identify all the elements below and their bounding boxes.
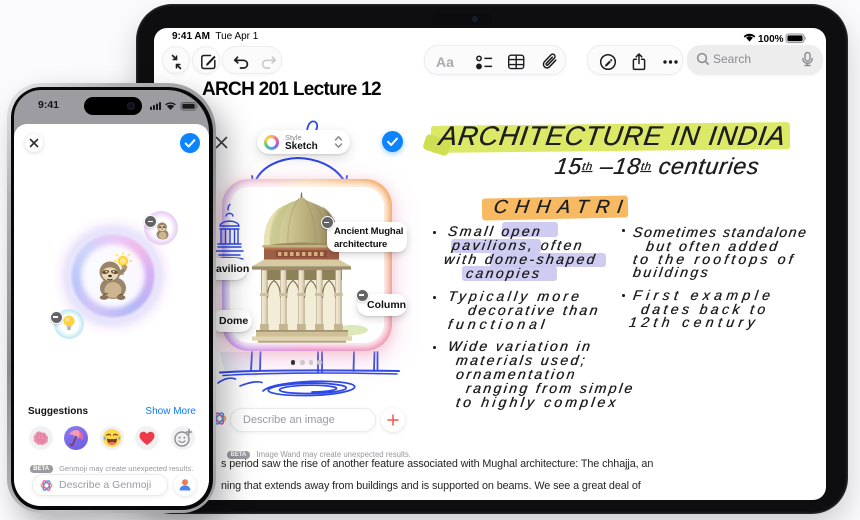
svg-text:100%: 100% <box>758 34 784 44</box>
svg-text:Search: Search <box>713 52 751 66</box>
svg-text:Aa: Aa <box>436 54 454 70</box>
